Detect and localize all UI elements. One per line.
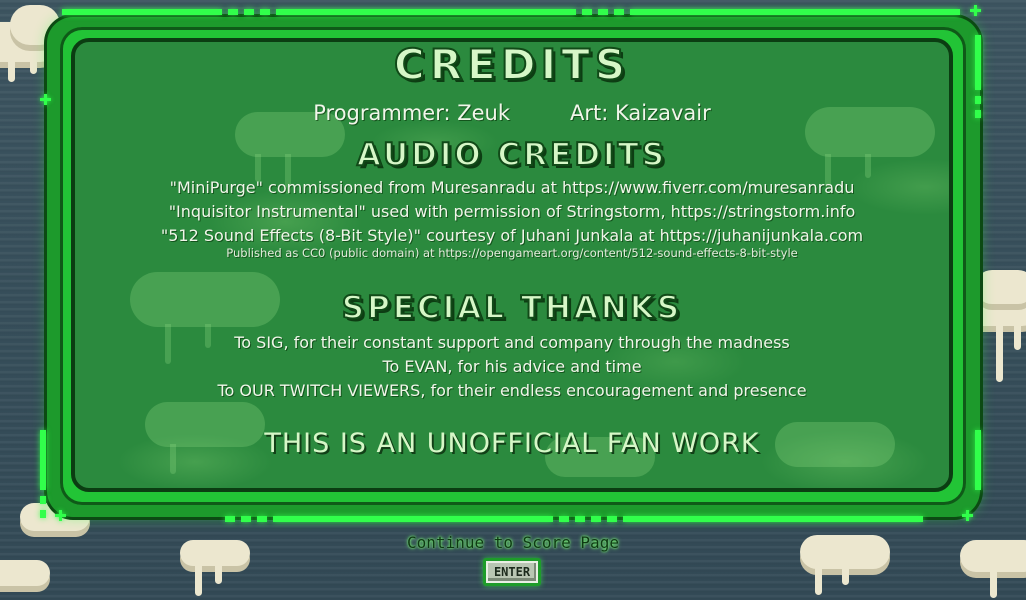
audio-license-note: Published as CC0 (public domain) at http… <box>226 246 798 260</box>
continue-prompt[interactable]: Continue to Score Page <box>0 533 1026 552</box>
thanks-line: To OUR TWITCH VIEWERS, for their endless… <box>217 381 807 400</box>
audio-credits-title: AUDIO CREDITS <box>356 137 668 173</box>
staff-roles: Programmer: Zeuk Art: Kaizavair <box>71 100 953 126</box>
enter-key-button[interactable]: ENTER <box>483 558 541 586</box>
cloud-drip <box>815 565 822 595</box>
neon-plus-icon <box>40 94 51 105</box>
cloud-drip <box>215 562 222 584</box>
cloud-drip <box>8 60 15 82</box>
cloud-drip <box>1014 322 1021 350</box>
special-thanks-title: SPECIAL THANKS <box>341 290 683 326</box>
neon-plus-icon <box>970 5 981 16</box>
credits-content: CREDITS Programmer: Zeuk Art: Kaizavair … <box>71 38 953 492</box>
right-neon-strip <box>975 35 981 118</box>
cloud-drip <box>842 565 849 585</box>
top-neon-strip <box>62 9 960 15</box>
audio-credit-line: "512 Sound Effects (8-Bit Style)" courte… <box>160 226 864 245</box>
right-neon-strip-lower <box>975 430 981 490</box>
left-neon-strip <box>40 430 46 518</box>
bottom-neon-strip <box>225 516 923 522</box>
thanks-line: To EVAN, for his advice and time <box>382 357 642 376</box>
thanks-line: To SIG, for their constant support and c… <box>234 333 790 352</box>
background-cloud <box>0 560 50 586</box>
background-cloud <box>975 270 1026 304</box>
credits-title: CREDITS <box>393 40 631 89</box>
neon-plus-icon <box>55 510 66 521</box>
audio-credit-line: "Inquisitor Instrumental" used with perm… <box>168 202 856 221</box>
cloud-drip <box>30 60 37 74</box>
cloud-drip <box>195 562 202 596</box>
cloud-drip <box>996 322 1003 382</box>
fan-work-disclaimer: THIS IS AN UNOFFICIAL FAN WORK <box>264 428 760 459</box>
programmer-credit: Programmer: Zeuk <box>313 101 511 125</box>
cloud-drip <box>990 568 997 598</box>
neon-plus-icon <box>962 510 973 521</box>
art-credit: Art: Kaizavair <box>570 101 711 125</box>
audio-credit-line: "MiniPurge" commissioned from Muresanrad… <box>169 178 855 197</box>
